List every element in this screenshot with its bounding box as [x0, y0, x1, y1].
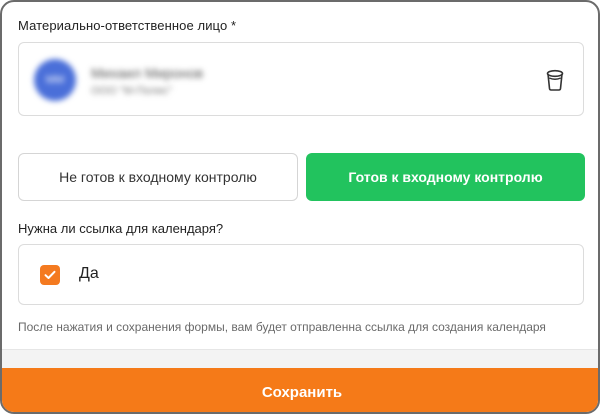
calendar-link-option[interactable]: Да: [18, 244, 584, 305]
responsible-person-label: Материально-ответственное лицо *: [18, 18, 236, 33]
person-organization: ООО "М-Полис": [91, 85, 173, 97]
not-ready-button[interactable]: Не готов к входному контролю: [18, 153, 298, 201]
avatar: ММ: [34, 59, 76, 101]
trash-icon[interactable]: [545, 69, 565, 91]
avatar-initials: ММ: [45, 74, 65, 86]
check-icon: [44, 270, 56, 279]
calendar-hint: После нажатия и сохранения формы, вам бу…: [18, 320, 546, 334]
calendar-checkbox-label: Да: [79, 265, 99, 282]
save-button[interactable]: Сохранить: [2, 368, 598, 412]
form-panel: Материально-ответственное лицо * ММ Миха…: [0, 0, 600, 414]
control-status-toggle: Не готов к входному контролю Готов к вхо…: [18, 153, 585, 201]
calendar-question: Нужна ли ссылка для календаря?: [18, 221, 224, 236]
ready-button[interactable]: Готов к входному контролю: [306, 153, 585, 201]
required-mark: *: [231, 18, 237, 33]
person-name: Михаил Миронов: [91, 65, 203, 81]
responsible-person-card[interactable]: ММ Михаил Миронов ООО "М-Полис": [18, 42, 584, 116]
calendar-checkbox[interactable]: [40, 265, 60, 285]
footer-shade: [2, 350, 598, 368]
responsible-person-label-text: Материально-ответственное лицо: [18, 18, 228, 33]
